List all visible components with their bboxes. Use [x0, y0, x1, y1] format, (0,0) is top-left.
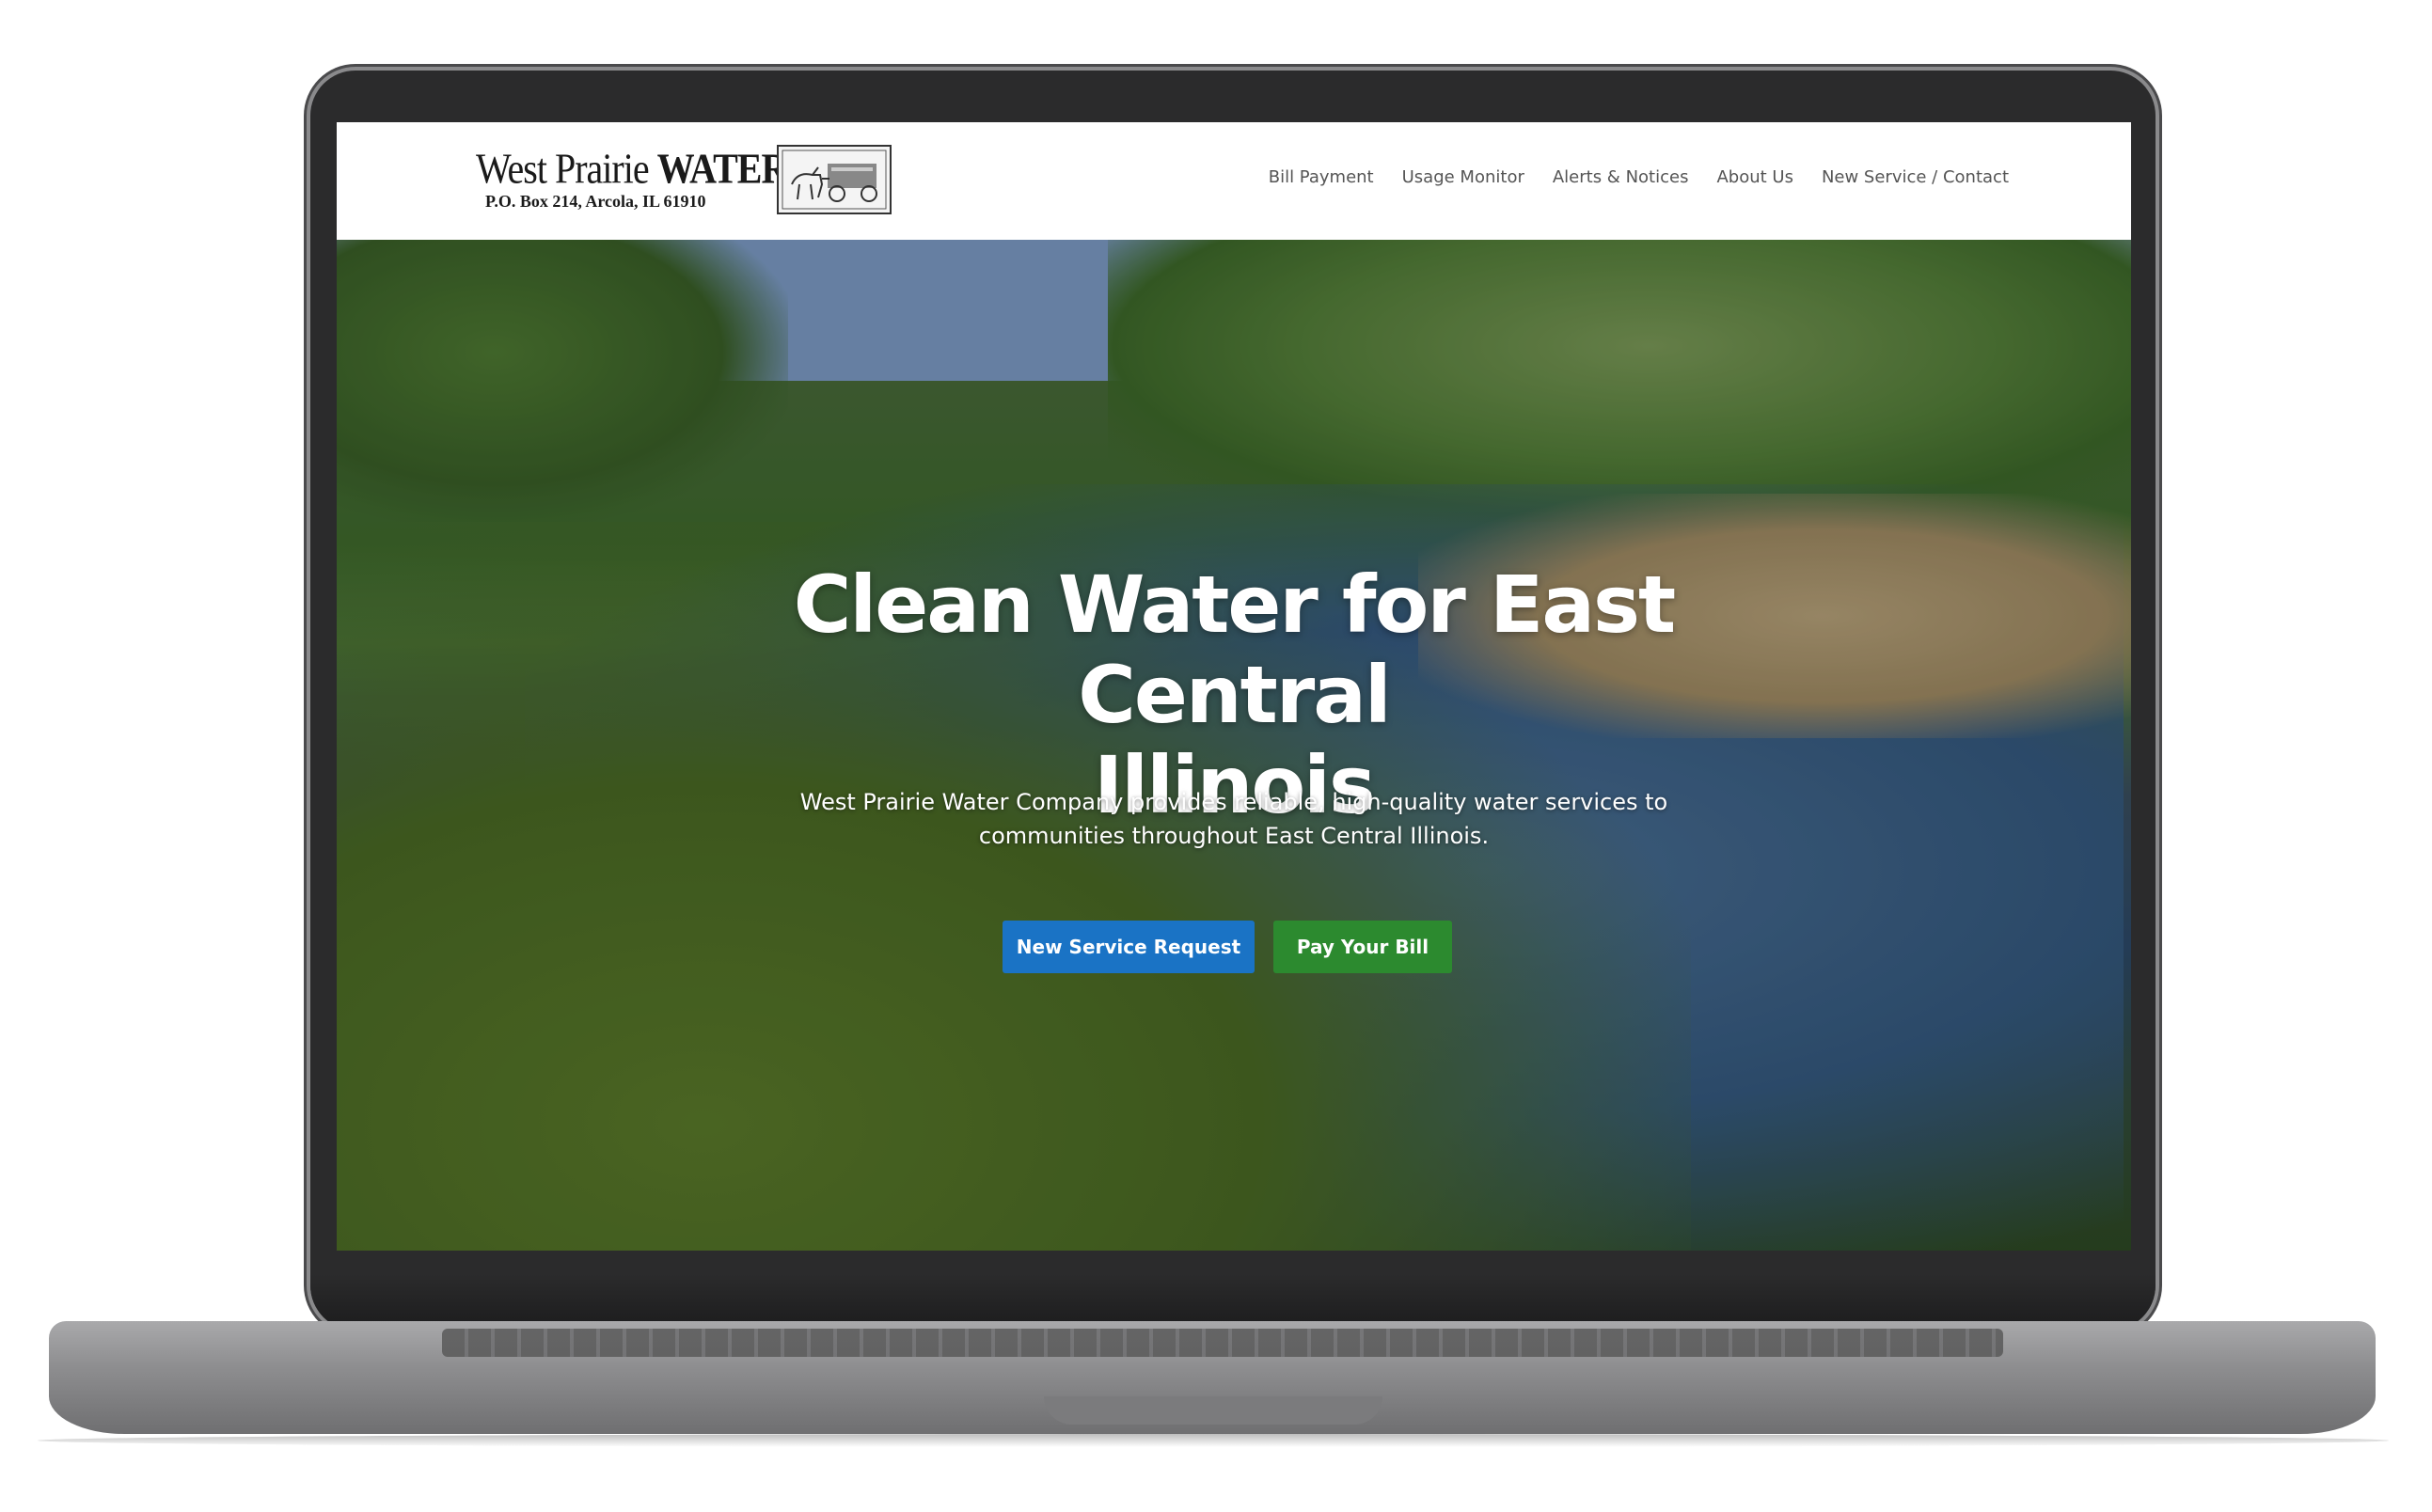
- nav-about-us[interactable]: About Us: [1716, 167, 1793, 187]
- laptop-keyboard: [442, 1329, 2003, 1357]
- nav-new-service-contact[interactable]: New Service / Contact: [1822, 167, 2009, 187]
- logo-company-name: West Prairie WATER Cº: [476, 143, 834, 194]
- horse-wagon-icon: [782, 150, 887, 210]
- laptop-notch: [1044, 1396, 1382, 1425]
- nav-alerts-notices[interactable]: Alerts & Notices: [1553, 167, 1689, 187]
- site-logo[interactable]: West Prairie WATER Cº P.O. Box 214, Arco…: [476, 143, 894, 218]
- hero-buttons: New Service Request Pay Your Bill: [1003, 921, 1452, 973]
- logo-name-light: West Prairie: [476, 144, 650, 193]
- hero-title-line1: Clean Water for East Central: [793, 559, 1676, 741]
- main-nav: Bill Payment Usage Monitor Alerts & Noti…: [1269, 167, 2009, 187]
- hero-subtitle: West Prairie Water Company provides reli…: [799, 789, 1668, 849]
- nav-usage-monitor[interactable]: Usage Monitor: [1402, 167, 1524, 187]
- nav-bill-payment[interactable]: Bill Payment: [1269, 167, 1374, 187]
- new-service-request-button[interactable]: New Service Request: [1003, 921, 1255, 973]
- logo-engraving-image: [777, 145, 892, 214]
- pay-your-bill-button[interactable]: Pay Your Bill: [1273, 921, 1452, 973]
- laptop-screen: West Prairie WATER Cº P.O. Box 214, Arco…: [337, 122, 2131, 1251]
- hero-section: Clean Water for East Central Illinois We…: [337, 240, 2131, 1251]
- logo-address: P.O. Box 214, Arcola, IL 61910: [485, 192, 706, 211]
- laptop-shadow: [38, 1434, 2389, 1447]
- site-header: West Prairie WATER Cº P.O. Box 214, Arco…: [337, 122, 2131, 240]
